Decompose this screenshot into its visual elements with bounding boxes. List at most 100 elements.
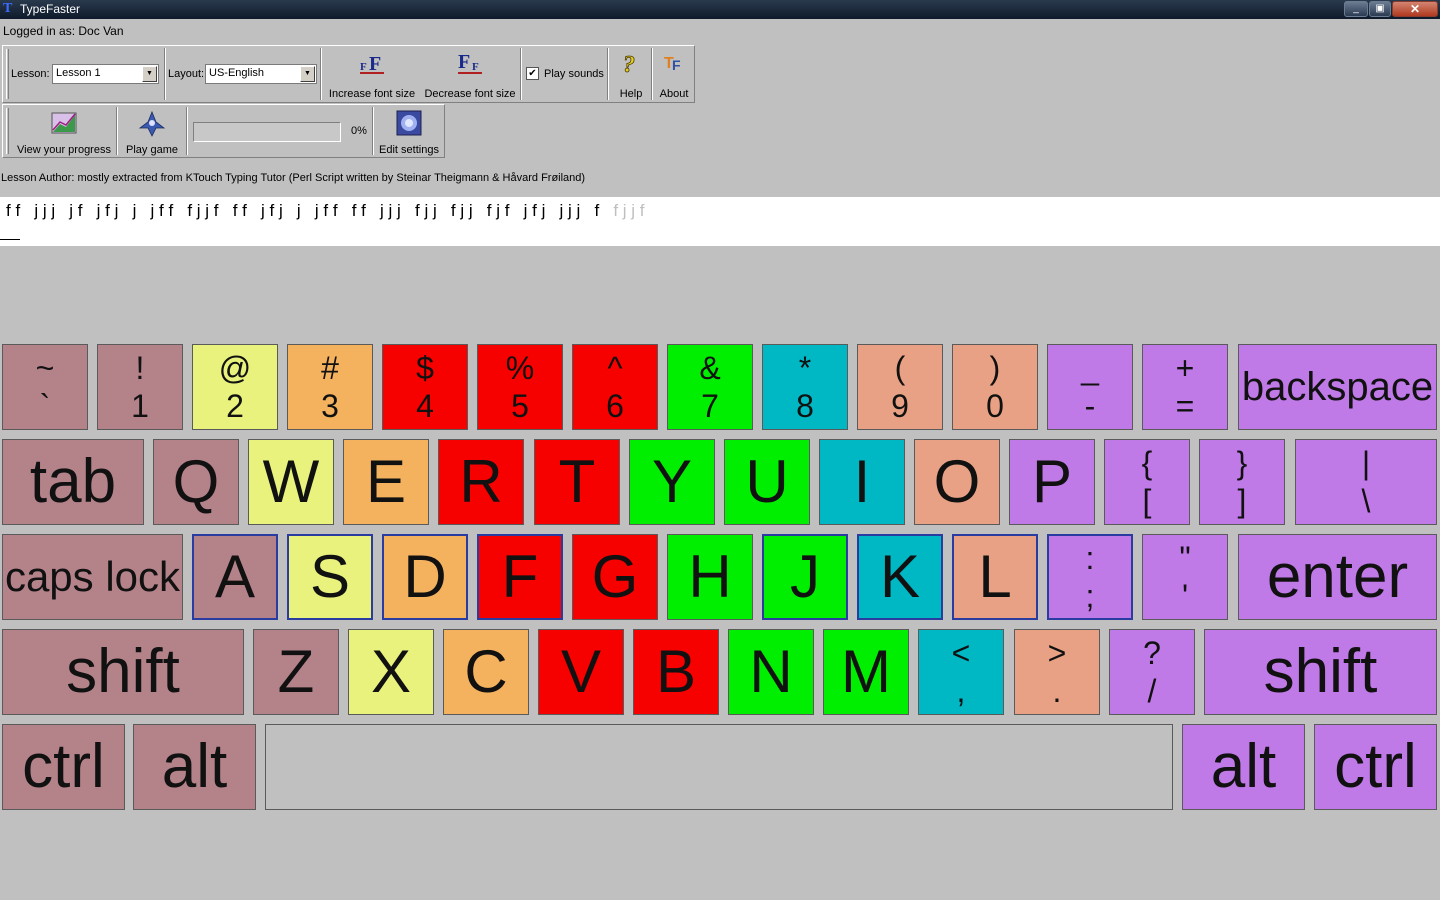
key-1[interactable]: ! 1 xyxy=(97,344,183,430)
help-button[interactable]: ? Help xyxy=(612,50,650,100)
key-y-label: Y xyxy=(651,448,693,515)
toolbar-separator xyxy=(116,107,118,155)
close-button[interactable]: ✕ xyxy=(1392,1,1438,17)
key-s[interactable]: S xyxy=(287,534,373,620)
key-r-label: R xyxy=(459,448,503,515)
key-6[interactable]: ^ 6 xyxy=(572,344,658,430)
key-r[interactable]: R xyxy=(438,439,524,525)
key-backslash-base: \ xyxy=(1361,483,1371,519)
key-quote-base: ' xyxy=(1181,578,1189,614)
key-semicolon[interactable]: :; xyxy=(1047,534,1133,620)
key-minus[interactable]: _ - xyxy=(1047,344,1133,430)
key-tab[interactable]: tab xyxy=(2,439,144,525)
key-quote[interactable]: " ' xyxy=(1142,534,1228,620)
key-b[interactable]: B xyxy=(633,629,719,715)
minimize-button[interactable]: _ xyxy=(1344,1,1368,17)
key-9[interactable]: (9 xyxy=(857,344,943,430)
key-left-alt[interactable]: alt xyxy=(133,724,256,810)
key-space[interactable] xyxy=(265,724,1173,810)
key-d[interactable]: D xyxy=(382,534,468,620)
key-enter[interactable]: enter xyxy=(1238,534,1437,620)
app-icon: T xyxy=(3,1,13,16)
key-quote-shift: " xyxy=(1179,540,1191,576)
chevron-down-icon[interactable]: ▼ xyxy=(142,66,157,82)
key-right-ctrl-label: ctrl xyxy=(1334,732,1417,801)
edit-settings-button[interactable]: Edit settings xyxy=(377,110,441,156)
layout-label: Layout: xyxy=(168,68,205,80)
key-right-ctrl[interactable]: ctrl xyxy=(1314,724,1437,810)
key-c[interactable]: C xyxy=(443,629,529,715)
increase-font-button[interactable]: F F Increase font size xyxy=(328,50,416,100)
key-4[interactable]: $4 xyxy=(382,344,468,430)
key-y[interactable]: Y xyxy=(629,439,715,525)
key-3[interactable]: #3 xyxy=(287,344,373,430)
chevron-down-icon[interactable]: ▼ xyxy=(300,66,315,82)
key-caps-lock[interactable]: caps lock xyxy=(2,534,183,620)
key-v[interactable]: V xyxy=(538,629,624,715)
key-left-ctrl[interactable]: ctrl xyxy=(2,724,125,810)
key-left-bracket[interactable]: {[ xyxy=(1104,439,1190,525)
on-screen-keyboard: ~ ` ! 1 @2 #3 $4 % 5 ^ 6 & 7 * 8 (9 ) 0 _ - + = b… xyxy=(0,343,1440,813)
key-f[interactable]: F xyxy=(477,534,563,620)
play-sounds-label: Play sounds xyxy=(544,68,604,80)
lesson-select[interactable]: Lesson 1 ▼ xyxy=(52,64,159,84)
key-e[interactable]: E xyxy=(343,439,429,525)
svg-text:F: F xyxy=(672,57,681,73)
play-sounds-checkbox[interactable]: ✔ xyxy=(526,67,539,80)
key-equals[interactable]: + = xyxy=(1142,344,1228,430)
key-l[interactable]: L xyxy=(952,534,1038,620)
key-comma-base: , xyxy=(956,673,966,709)
toolbar-grip[interactable] xyxy=(6,108,9,154)
view-progress-button[interactable]: View your progress xyxy=(15,110,113,156)
key-backtick[interactable]: ~ ` xyxy=(2,344,88,430)
key-m[interactable]: M xyxy=(823,629,909,715)
key-n-label: N xyxy=(749,638,793,705)
key-slash[interactable]: ? / xyxy=(1109,629,1195,715)
key-comma[interactable]: <, xyxy=(918,629,1004,715)
key-6-base: 6 xyxy=(606,388,624,424)
key-z[interactable]: Z xyxy=(253,629,339,715)
key-left-shift[interactable]: shift xyxy=(2,629,244,715)
key-x[interactable]: X xyxy=(348,629,434,715)
maximize-button[interactable]: ▣ xyxy=(1369,1,1391,17)
play-game-button[interactable]: Play game xyxy=(121,110,183,156)
key-j[interactable]: J xyxy=(762,534,848,620)
key-period[interactable]: >. xyxy=(1014,629,1100,715)
key-w-label: W xyxy=(262,448,320,515)
key-5[interactable]: % 5 xyxy=(477,344,563,430)
toolbar-separator xyxy=(320,48,322,100)
key-g[interactable]: G xyxy=(572,534,658,620)
key-k[interactable]: K xyxy=(857,534,943,620)
key-h[interactable]: H xyxy=(667,534,753,620)
svg-text:F: F xyxy=(472,61,479,73)
key-8[interactable]: * 8 xyxy=(762,344,848,430)
toolbar-grip[interactable] xyxy=(6,49,9,99)
login-status: Logged in as: Doc Van xyxy=(3,24,124,38)
key-2[interactable]: @2 xyxy=(192,344,278,430)
key-0[interactable]: ) 0 xyxy=(952,344,1038,430)
key-a[interactable]: A xyxy=(192,534,278,620)
lesson-label: Lesson: xyxy=(11,68,50,80)
about-button[interactable]: T F About xyxy=(655,50,693,100)
key-p[interactable]: P xyxy=(1009,439,1095,525)
key-0-shift: ) xyxy=(989,350,1001,386)
key-n[interactable]: N xyxy=(728,629,814,715)
key-i[interactable]: I xyxy=(819,439,905,525)
key-4-shift: $ xyxy=(416,350,434,386)
progress-percent: 0% xyxy=(351,125,367,137)
lesson-text-area[interactable]: f f j j j j f j f j j j f f f j j f f f … xyxy=(0,197,1440,246)
key-7[interactable]: & 7 xyxy=(667,344,753,430)
key-t[interactable]: T xyxy=(534,439,620,525)
key-right-alt[interactable]: alt xyxy=(1182,724,1305,810)
key-u[interactable]: U xyxy=(724,439,810,525)
key-backspace[interactable]: backspace xyxy=(1238,344,1437,430)
decrease-font-button[interactable]: F F Decrease font size xyxy=(423,50,517,100)
layout-select[interactable]: US-English ▼ xyxy=(205,64,317,84)
key-q[interactable]: Q xyxy=(153,439,239,525)
key-right-bracket[interactable]: }] xyxy=(1199,439,1285,525)
key-q-label: Q xyxy=(172,448,220,515)
key-right-shift[interactable]: shift xyxy=(1204,629,1437,715)
key-o[interactable]: O xyxy=(914,439,1000,525)
key-w[interactable]: W xyxy=(248,439,334,525)
key-backslash[interactable]: | \ xyxy=(1295,439,1437,525)
